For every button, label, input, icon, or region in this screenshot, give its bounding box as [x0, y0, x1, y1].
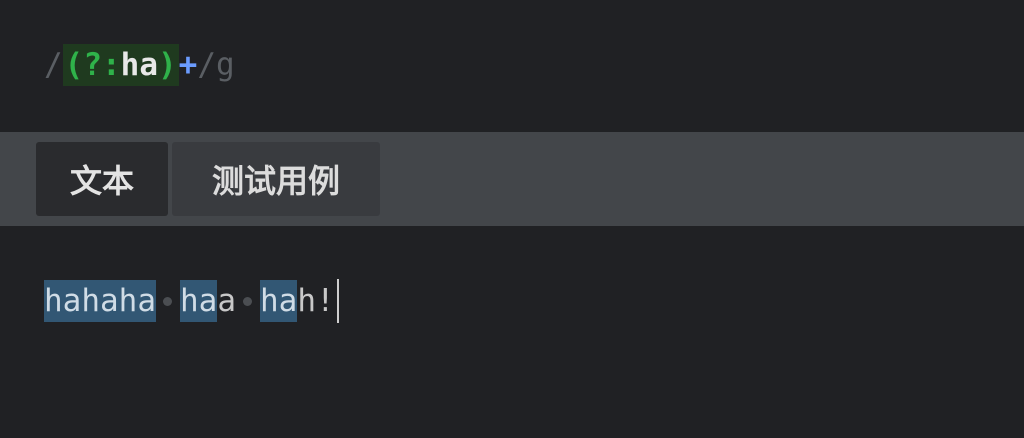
text-editor[interactable]: hahaha ha a ha h! — [0, 226, 1024, 438]
text-caret — [336, 279, 339, 323]
literal-token: ha — [120, 47, 158, 83]
text-segment: a — [217, 283, 236, 319]
expression-input[interactable]: / (?: ha ) + / g — [44, 44, 235, 86]
match-highlight: hahaha — [44, 280, 156, 322]
tab-tests[interactable]: 测试用例 — [172, 142, 380, 216]
space-marker — [156, 280, 180, 322]
match-highlight: ha — [259, 280, 298, 322]
quantifier-token[interactable]: + — [179, 44, 198, 86]
group-open-token: (?: — [64, 47, 121, 83]
space-marker — [236, 280, 260, 322]
text-line[interactable]: hahaha ha a ha h! — [44, 279, 339, 323]
match-highlight: ha — [179, 280, 218, 322]
expression-panel: / (?: ha ) + / g — [0, 0, 1024, 133]
tab-text[interactable]: 文本 — [36, 142, 168, 216]
open-delimiter: / — [44, 47, 63, 83]
flags-token[interactable]: g — [216, 44, 235, 86]
group-close-token: ) — [158, 47, 177, 83]
non-capturing-group[interactable]: (?: ha ) — [62, 44, 179, 86]
text-segment: h! — [297, 283, 335, 319]
close-delimiter: / — [197, 47, 217, 83]
tab-strip: 文本 测试用例 — [0, 132, 1024, 226]
